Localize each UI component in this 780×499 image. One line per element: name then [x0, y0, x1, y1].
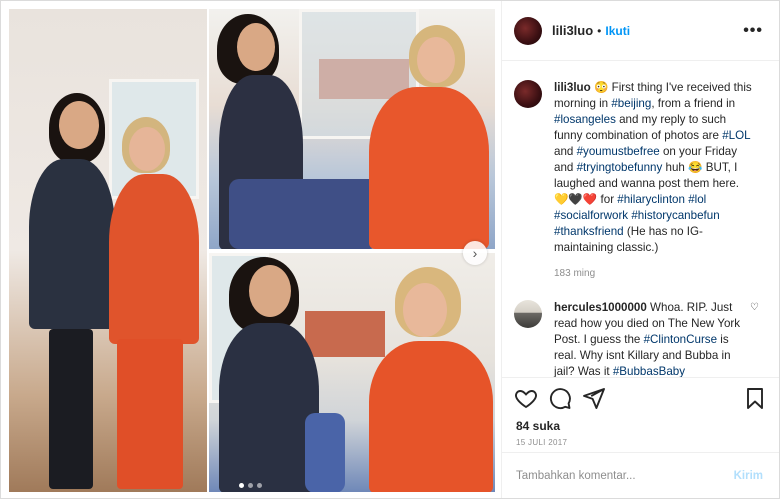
share-icon[interactable] — [582, 386, 606, 410]
avatar[interactable] — [514, 80, 542, 108]
face — [417, 37, 455, 83]
roof — [305, 311, 385, 357]
action-icons — [514, 386, 767, 410]
caption-body: lili3luo 😳 First thing I've received thi… — [554, 80, 754, 282]
post-media[interactable]: › — [1, 1, 501, 498]
pants — [49, 329, 93, 489]
hashtag-link[interactable]: #ClintonCurse — [644, 333, 717, 346]
carousel-next-icon[interactable]: › — [463, 241, 487, 265]
post-comment-button[interactable]: Kirim — [734, 470, 763, 482]
emoji: 😳 — [593, 81, 609, 94]
jacket — [219, 323, 319, 492]
comments-area[interactable]: lili3luo 😳 First thing I've received thi… — [502, 62, 779, 377]
hashtag-link[interactable]: #LOL — [722, 129, 750, 142]
jacket — [29, 159, 115, 329]
post-date[interactable]: 15 JULI 2017 — [516, 438, 767, 447]
avatar[interactable] — [514, 300, 542, 328]
comment-input[interactable] — [516, 469, 734, 482]
carousel-dot — [248, 483, 253, 488]
sofa — [305, 413, 345, 492]
hashtag-link[interactable]: #BubbasBaby — [613, 365, 685, 377]
post-sidebar: lili3luo • Ikuti ••• lili3luo 😳 First th… — [501, 1, 779, 498]
hashtag-link[interactable]: #thanksfriend — [554, 225, 624, 238]
face — [59, 101, 99, 149]
likes-count[interactable]: 84 suka — [516, 419, 767, 433]
heart-icon[interactable] — [514, 386, 538, 410]
hashtag-link[interactable]: #historycanbefun — [631, 209, 719, 222]
orange-jacket — [109, 174, 199, 344]
comment-text-segment: and — [554, 145, 577, 158]
face — [249, 265, 291, 317]
photo-top-right — [209, 9, 495, 249]
add-comment-section: Kirim — [502, 452, 779, 498]
hashtag-link[interactable]: #youmustbefree — [577, 145, 660, 158]
orange-pants — [117, 339, 183, 489]
comment: hercules1000000 Whoa. RIP. Just read how… — [514, 300, 763, 377]
comment-username[interactable]: hercules1000000 — [554, 301, 647, 314]
hashtag-link[interactable]: #socialforwork — [554, 209, 628, 222]
photo-left — [9, 9, 207, 492]
caption: lili3luo 😳 First thing I've received thi… — [514, 80, 763, 282]
orange-jacket — [369, 341, 493, 492]
hashtag-link[interactable]: #lol — [688, 193, 706, 206]
like-comment-heart-icon[interactable]: ♡ — [750, 302, 759, 313]
carousel-dots — [239, 483, 262, 488]
hashtag-link[interactable]: #beijing — [611, 97, 651, 110]
separator-dot: • — [597, 23, 602, 38]
follow-button[interactable]: Ikuti — [605, 24, 630, 38]
post-header: lili3luo • Ikuti ••• — [502, 1, 779, 61]
instagram-post: › lili3luo • Ikuti ••• lili3luo 😳 First … — [0, 0, 780, 499]
avatar[interactable] — [514, 16, 542, 45]
face — [237, 23, 275, 71]
comment-text-segment: , from a friend in — [651, 97, 736, 110]
comment-icon[interactable] — [548, 386, 572, 410]
photo-bottom-right — [209, 253, 495, 492]
face — [403, 283, 447, 337]
action-bar: 84 suka 15 JULI 2017 — [502, 377, 779, 447]
face — [129, 127, 165, 171]
caption-username[interactable]: lili3luo — [554, 81, 591, 94]
header-username[interactable]: lili3luo — [552, 23, 593, 38]
orange-jacket — [369, 87, 489, 249]
comment-body: hercules1000000 Whoa. RIP. Just read how… — [554, 300, 744, 377]
caption-time[interactable]: 183 ming — [554, 266, 754, 282]
hashtag-link[interactable]: #losangeles — [554, 113, 616, 126]
hashtag-link[interactable]: #hilaryclinton — [617, 193, 685, 206]
caption-text: First thing I've received this morning i… — [554, 81, 752, 254]
hashtag-link[interactable]: #tryingtobefunny — [577, 161, 663, 174]
bookmark-icon[interactable] — [743, 386, 767, 410]
carousel-dot — [257, 483, 262, 488]
more-options-icon[interactable]: ••• — [743, 22, 763, 40]
sofa — [229, 179, 379, 249]
carousel-dot — [239, 483, 244, 488]
